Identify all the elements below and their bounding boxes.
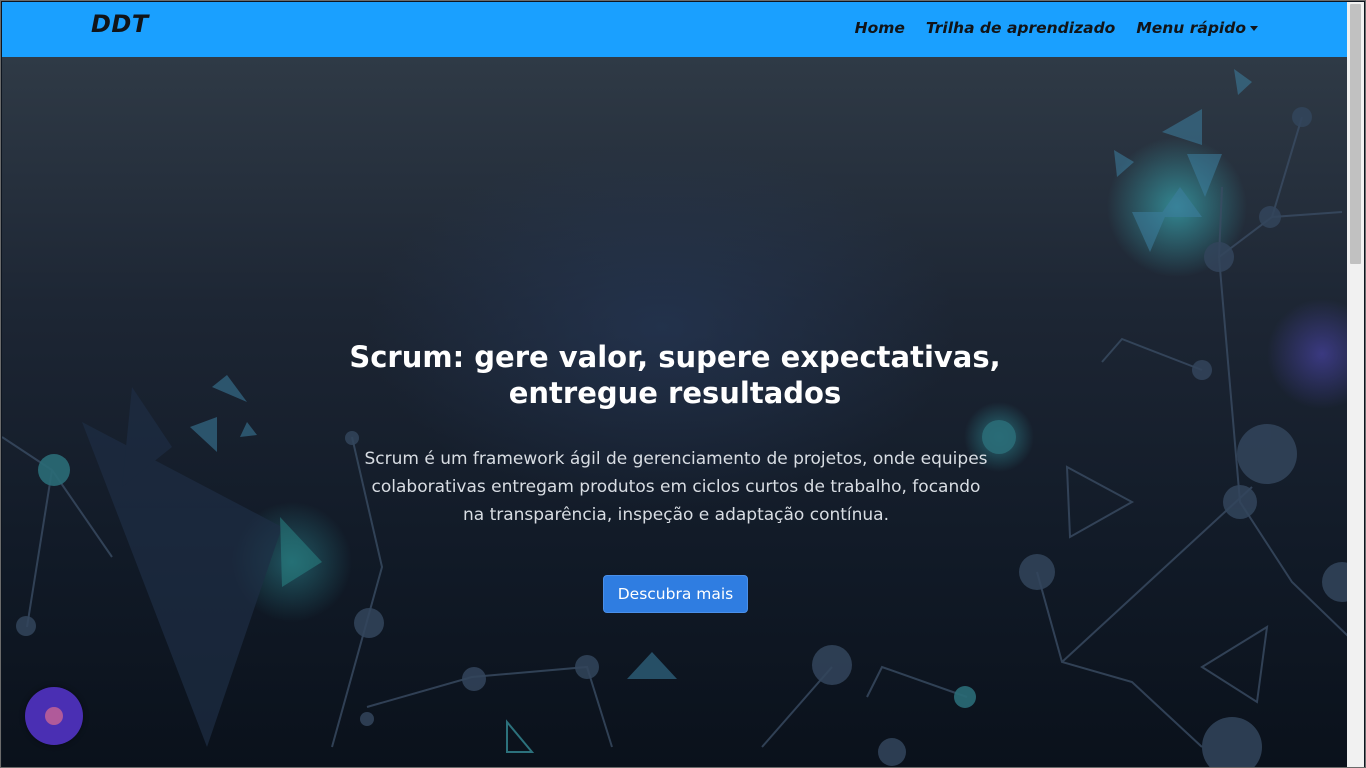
chat-widget-icon <box>45 707 63 725</box>
hero-description: Scrum é um framework ágil de gerenciamen… <box>320 445 1032 529</box>
scrollbar-thumb[interactable] <box>1350 4 1361 264</box>
quick-menu-label: Menu rápido <box>1136 19 1246 37</box>
hero-description-line-1: Scrum é um framework ágil de gerenciamen… <box>364 449 988 469</box>
nav-learning-path-link[interactable]: Trilha de aprendizado <box>926 19 1115 37</box>
brand-logo[interactable]: DDT <box>91 10 149 38</box>
hero-title-line-2: entregue resultados <box>508 376 842 410</box>
chat-widget-button[interactable] <box>25 687 83 745</box>
hero-description-line-3: na transparência, inspeção e adaptação c… <box>462 505 890 525</box>
hero-title-line-1: Scrum: gere valor, supere expectativas, <box>349 340 1001 374</box>
hero-description-line-2: colaborativas entregam produtos em ciclo… <box>371 477 981 497</box>
nav-home-link[interactable]: Home <box>855 19 905 37</box>
top-navbar: DDT Home Trilha de aprendizado Menu rápi… <box>2 2 1349 57</box>
hero-title: Scrum: gere valor, supere expectativas, e… <box>275 339 1075 411</box>
network-background <box>2 69 1349 767</box>
nav-links: Home Trilha de aprendizado Menu rápido <box>855 19 1258 37</box>
nav-quick-menu-dropdown[interactable]: Menu rápido <box>1136 19 1258 37</box>
vertical-scrollbar[interactable] <box>1347 2 1364 767</box>
discover-more-button[interactable]: Descubra mais <box>603 575 748 613</box>
caret-down-icon <box>1250 26 1258 31</box>
hero-section: Scrum: gere valor, supere expectativas, e… <box>2 57 1349 767</box>
browser-viewport: DDT Home Trilha de aprendizado Menu rápi… <box>0 0 1366 768</box>
